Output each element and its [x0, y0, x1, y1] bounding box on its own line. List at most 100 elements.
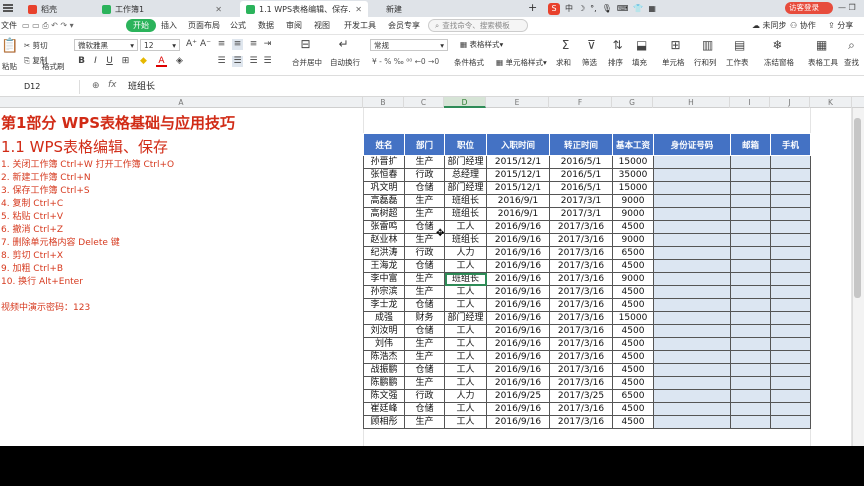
collaborate-button[interactable]: ⚇ 协作: [790, 20, 816, 31]
font-shrink-icon[interactable]: A⁻: [200, 39, 211, 50]
menu-member[interactable]: 会员专享: [388, 20, 420, 31]
table-cell-empty[interactable]: [730, 272, 771, 286]
table-cell[interactable]: 工人: [444, 259, 487, 273]
table-cell[interactable]: 4500: [612, 415, 654, 429]
table-cell-empty[interactable]: [730, 363, 771, 377]
sort-button[interactable]: 排序: [608, 57, 623, 68]
table-cell-empty[interactable]: [653, 220, 731, 234]
cell-button[interactable]: 单元格: [662, 57, 685, 68]
number-format-icons[interactable]: ¥ - % ‰ ⁰⁰ ←0 →0: [372, 57, 439, 66]
table-cell-empty[interactable]: [653, 363, 731, 377]
quick-access-icons[interactable]: ▭ ▭ ⎙ ↶ ↷ ▾: [22, 21, 74, 31]
freeze-pane-icon[interactable]: ❄: [772, 39, 783, 51]
toolbox-icon[interactable]: ▦: [648, 4, 656, 13]
table-cell[interactable]: 刘伟: [363, 337, 405, 351]
table-cell-empty[interactable]: [770, 350, 811, 364]
keyboard-icon[interactable]: ⌨: [617, 4, 629, 13]
border-icon[interactable]: ⊞: [120, 56, 131, 67]
ime-chinese-icon[interactable]: 中: [565, 3, 573, 14]
table-cell-empty[interactable]: [770, 402, 811, 416]
table-cell[interactable]: 2017/3/16: [549, 311, 613, 325]
table-cell[interactable]: 生产: [404, 155, 445, 169]
name-box[interactable]: D12: [0, 80, 80, 94]
table-cell[interactable]: 班组长: [444, 233, 487, 247]
table-cell[interactable]: 工人: [444, 376, 487, 390]
table-cell[interactable]: 2016/9/16: [486, 324, 550, 338]
table-cell[interactable]: 陈鹏鹏: [363, 376, 405, 390]
table-cell[interactable]: 2017/3/25: [549, 389, 613, 403]
table-cell-empty[interactable]: [770, 285, 811, 299]
table-cell-empty[interactable]: [770, 272, 811, 286]
cell-style-button[interactable]: ▦ 单元格样式▾: [496, 57, 547, 68]
table-cell-empty[interactable]: [653, 181, 731, 195]
fill-icon[interactable]: ⬓: [636, 39, 647, 51]
table-cell[interactable]: 生产: [404, 272, 445, 286]
table-cell[interactable]: 工人: [444, 298, 487, 312]
guest-login-button[interactable]: 访客登录: [785, 2, 833, 14]
table-cell[interactable]: 仓储: [404, 324, 445, 338]
table-cell[interactable]: 4500: [612, 337, 654, 351]
table-cell[interactable]: 2016/9/16: [486, 298, 550, 312]
row-col-button[interactable]: 行和列: [694, 57, 717, 68]
table-cell[interactable]: 2016/9/16: [486, 272, 550, 286]
table-cell[interactable]: 刘汝明: [363, 324, 405, 338]
table-cell-empty[interactable]: [653, 155, 731, 169]
table-cell-empty[interactable]: [770, 324, 811, 338]
table-cell[interactable]: 2016/9/16: [486, 350, 550, 364]
table-cell[interactable]: 2017/3/16: [549, 298, 613, 312]
table-cell[interactable]: 2015/12/1: [486, 168, 550, 182]
find-button[interactable]: 查找: [844, 57, 859, 68]
table-cell-empty[interactable]: [730, 233, 771, 247]
table-cell-empty[interactable]: [770, 181, 811, 195]
tab-new[interactable]: 新建: [380, 1, 510, 17]
table-cell[interactable]: 行政: [404, 168, 445, 182]
filter-button[interactable]: 筛选: [582, 57, 597, 68]
table-cell[interactable]: 工人: [444, 350, 487, 364]
table-cell-empty[interactable]: [770, 415, 811, 429]
tab-docer[interactable]: 稻壳: [22, 1, 80, 17]
table-cell[interactable]: 巩文明: [363, 181, 405, 195]
table-cell[interactable]: 李士龙: [363, 298, 405, 312]
font-color-icon[interactable]: A: [156, 56, 167, 67]
row-col-icon[interactable]: ▥: [702, 39, 713, 51]
table-cell[interactable]: 行政: [404, 389, 445, 403]
table-cell[interactable]: 9000: [612, 272, 654, 286]
header-hire-date[interactable]: 入职时间: [486, 133, 550, 156]
table-cell[interactable]: 2016/9/1: [486, 194, 550, 208]
font-grow-icon[interactable]: A⁺: [186, 39, 197, 50]
table-cell[interactable]: 2015/12/1: [486, 181, 550, 195]
close-icon[interactable]: ✕: [215, 5, 222, 14]
conditional-format-button[interactable]: 条件格式: [454, 57, 484, 68]
table-cell[interactable]: 赵业林: [363, 233, 405, 247]
table-cell[interactable]: 2016/9/16: [486, 220, 550, 234]
clear-format-icon[interactable]: ◈: [174, 56, 185, 67]
header-dept[interactable]: 部门: [404, 133, 445, 156]
align-left-icon[interactable]: ☰: [216, 56, 227, 67]
menu-file[interactable]: 文件: [1, 20, 17, 31]
table-cell-empty[interactable]: [770, 298, 811, 312]
table-cell-empty[interactable]: [653, 207, 731, 221]
home-grid-icon[interactable]: [3, 4, 13, 13]
table-cell[interactable]: 王海龙: [363, 259, 405, 273]
zoom-formula-icon[interactable]: ⊕: [92, 81, 100, 91]
wrap-text-button[interactable]: 自动换行: [330, 57, 360, 68]
table-cell[interactable]: 人力: [444, 389, 487, 403]
table-cell[interactable]: 高磊磊: [363, 194, 405, 208]
table-cell[interactable]: 6500: [612, 389, 654, 403]
table-cell[interactable]: 工人: [444, 324, 487, 338]
font-name-select[interactable]: 微软雅黑 ▾: [74, 39, 138, 51]
table-cell[interactable]: 2017/3/16: [549, 376, 613, 390]
table-cell[interactable]: 张恒春: [363, 168, 405, 182]
table-cell-empty[interactable]: [653, 337, 731, 351]
table-cell-empty[interactable]: [653, 311, 731, 325]
table-cell[interactable]: 人力: [444, 246, 487, 260]
table-cell-empty[interactable]: [730, 246, 771, 260]
table-cell[interactable]: 4500: [612, 298, 654, 312]
tab-workbook1[interactable]: 工作簿1 ✕: [96, 1, 226, 17]
window-controls[interactable]: — ❐: [838, 3, 856, 12]
header-email[interactable]: 邮箱: [730, 133, 771, 156]
table-cell[interactable]: 4500: [612, 402, 654, 416]
table-cell[interactable]: 2017/3/16: [549, 402, 613, 416]
table-cell[interactable]: 仓储: [404, 259, 445, 273]
table-cell-empty[interactable]: [653, 194, 731, 208]
